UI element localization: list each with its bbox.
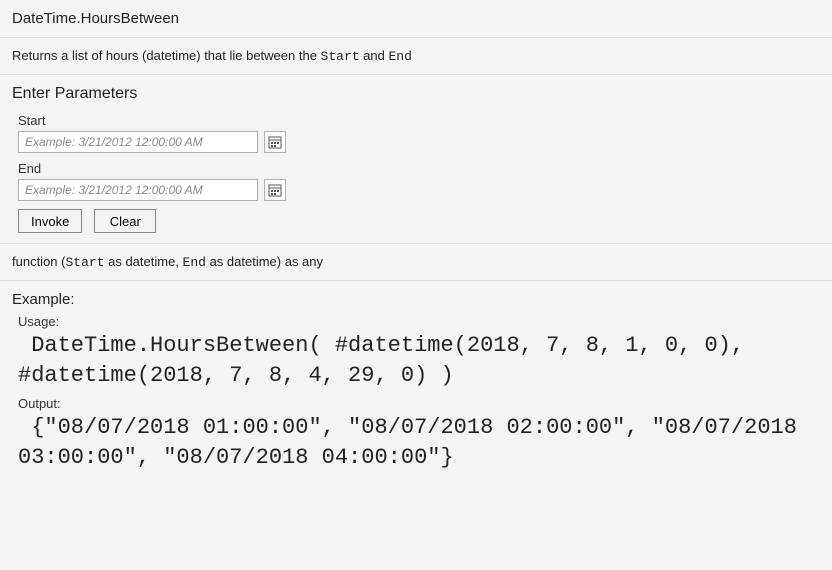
sig-p2: End xyxy=(183,255,206,270)
desc-mid: and xyxy=(360,48,389,63)
example-section: Example: Usage: DateTime.HoursBetween( #… xyxy=(0,281,832,493)
desc-param-start: Start xyxy=(321,49,360,64)
function-title: DateTime.HoursBetween xyxy=(12,10,820,27)
usage-label: Usage: xyxy=(18,314,820,329)
start-label: Start xyxy=(18,113,820,128)
usage-code: DateTime.HoursBetween( #datetime(2018, 7… xyxy=(12,331,820,390)
output-label: Output: xyxy=(18,396,820,411)
field-start: Start xyxy=(18,113,820,153)
title-section: DateTime.HoursBetween xyxy=(0,0,832,38)
parameters-section: Enter Parameters Start End xyxy=(0,75,832,244)
button-row: Invoke Clear xyxy=(18,209,820,233)
description-section: Returns a list of hours (datetime) that … xyxy=(0,38,832,75)
desc-prefix: Returns a list of hours (datetime) that … xyxy=(12,48,321,63)
start-input[interactable] xyxy=(18,131,258,153)
field-end: End xyxy=(18,161,820,201)
sig-t2: as datetime, xyxy=(105,254,183,269)
sig-p1: Start xyxy=(65,255,104,270)
invoke-button[interactable]: Invoke xyxy=(18,209,82,233)
end-input[interactable] xyxy=(18,179,258,201)
end-row xyxy=(18,179,820,201)
parameters-heading: Enter Parameters xyxy=(12,85,820,103)
function-signature: function (Start as datetime, End as date… xyxy=(12,254,820,270)
calendar-icon xyxy=(268,135,282,149)
end-label: End xyxy=(18,161,820,176)
sig-t3: as datetime) as any xyxy=(206,254,323,269)
clear-button[interactable]: Clear xyxy=(94,209,156,233)
example-heading: Example: xyxy=(12,291,820,308)
calendar-icon xyxy=(268,183,282,197)
signature-section: function (Start as datetime, End as date… xyxy=(0,244,832,281)
desc-param-end: End xyxy=(388,49,411,64)
output-code: {"08/07/2018 01:00:00", "08/07/2018 02:0… xyxy=(12,413,820,472)
sig-t1: function ( xyxy=(12,254,65,269)
start-date-picker-button[interactable] xyxy=(264,131,286,153)
description-text: Returns a list of hours (datetime) that … xyxy=(12,48,820,64)
start-row xyxy=(18,131,820,153)
end-date-picker-button[interactable] xyxy=(264,179,286,201)
